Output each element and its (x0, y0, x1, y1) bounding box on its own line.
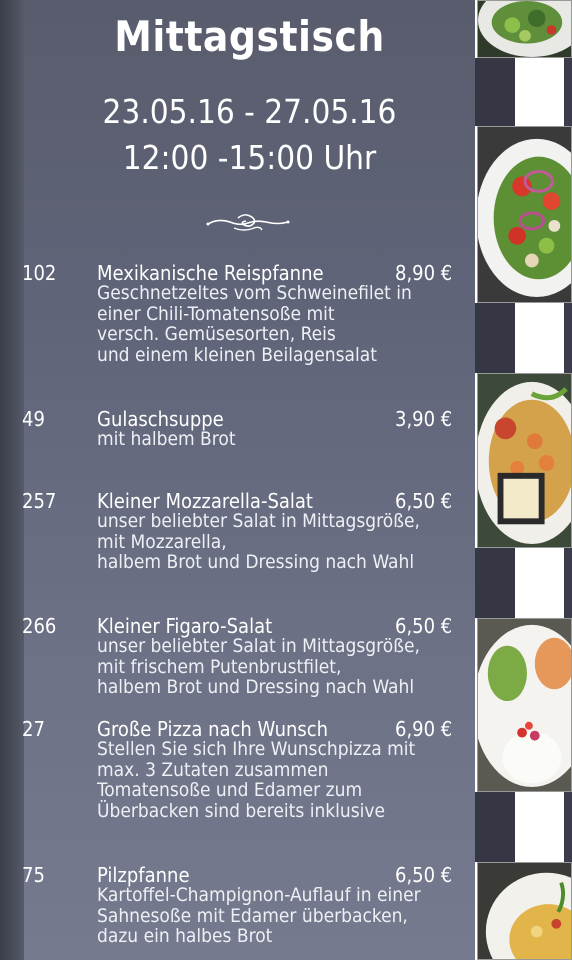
food-photo-gratin (477, 862, 572, 960)
item-description: Geschnetzeltes vom Schweinefilet in eine… (97, 283, 467, 365)
description-line: unser beliebter Salat in Mittagsgröße, (97, 635, 420, 657)
strip-band (564, 548, 572, 618)
item-number: 27 (22, 717, 45, 741)
description-line: Geschnetzeltes vom Schweinefilet in (97, 282, 412, 304)
food-photo-mixed-salad (477, 126, 572, 303)
description-line: Stellen Sie sich Ihre Wunschpizza mit (97, 738, 416, 760)
description-line: mit halbem Brot (97, 428, 236, 450)
food-photo-pasta (477, 373, 572, 548)
strip-band (475, 792, 515, 862)
item-description: mit halbem Brot (97, 429, 467, 450)
strip-band (475, 548, 515, 618)
description-line: einer Chili-Tomatensoße mit (97, 302, 335, 325)
item-description: Kartoffel-Champignon-Auflauf in einer Sa… (97, 885, 467, 947)
description-line: und einem kleinen Beilagensalat (97, 343, 377, 366)
item-description: unser beliebter Salat in Mittagsgröße, m… (97, 636, 467, 698)
description-line: unser beliebter Salat in Mittagsgröße, (97, 510, 420, 532)
left-border (0, 0, 24, 960)
strip-band (475, 303, 515, 373)
date-range: 23.05.16 - 27.05.16 (102, 92, 397, 131)
food-photo-fish-rice (477, 618, 572, 792)
strip-band (564, 303, 572, 373)
description-line: halbem Brot und Dressing nach Wahl (97, 676, 415, 698)
time-range: 12:00 -15:00 Uhr (122, 138, 377, 177)
ornament-flourish-icon (206, 214, 290, 231)
strip-band (564, 58, 572, 126)
description-line: dazu ein halbes Brot (97, 925, 273, 947)
item-number: 266 (22, 614, 57, 638)
description-line: max. 3 Zutaten zusammen (97, 758, 329, 781)
strip-band (475, 58, 515, 126)
description-line: Überbacken sind bereits inklusive (97, 799, 386, 822)
description-line: Sahnesoße mit Edamer überbacken, (97, 904, 408, 927)
item-number: 102 (22, 261, 57, 285)
item-price: 3,90 € (395, 407, 453, 431)
strip-band (564, 792, 572, 862)
item-number: 257 (22, 489, 57, 513)
photo-strip (475, 0, 572, 960)
description-line: mit Mozzarella, (97, 530, 227, 553)
item-number: 75 (22, 863, 45, 887)
item-description: unser beliebter Salat in Mittagsgröße, m… (97, 511, 467, 573)
description-line: mit frischem Putenbrustfilet, (97, 655, 342, 678)
description-line: Tomatensoße und Edamer zum (97, 779, 363, 801)
description-line: versch. Gemüsesorten, Reis (97, 323, 336, 345)
description-line: Kartoffel-Champignon-Auflauf in einer (97, 884, 421, 906)
page-title: Mittagstisch (114, 12, 385, 61)
menu-board: Mittagstisch 23.05.16 - 27.05.16 12:00 -… (0, 0, 572, 960)
description-line: halbem Brot und Dressing nach Wahl (97, 551, 415, 573)
food-photo-salad (477, 0, 572, 58)
item-description: Stellen Sie sich Ihre Wunschpizza mit ma… (97, 739, 467, 821)
item-number: 49 (22, 407, 45, 431)
